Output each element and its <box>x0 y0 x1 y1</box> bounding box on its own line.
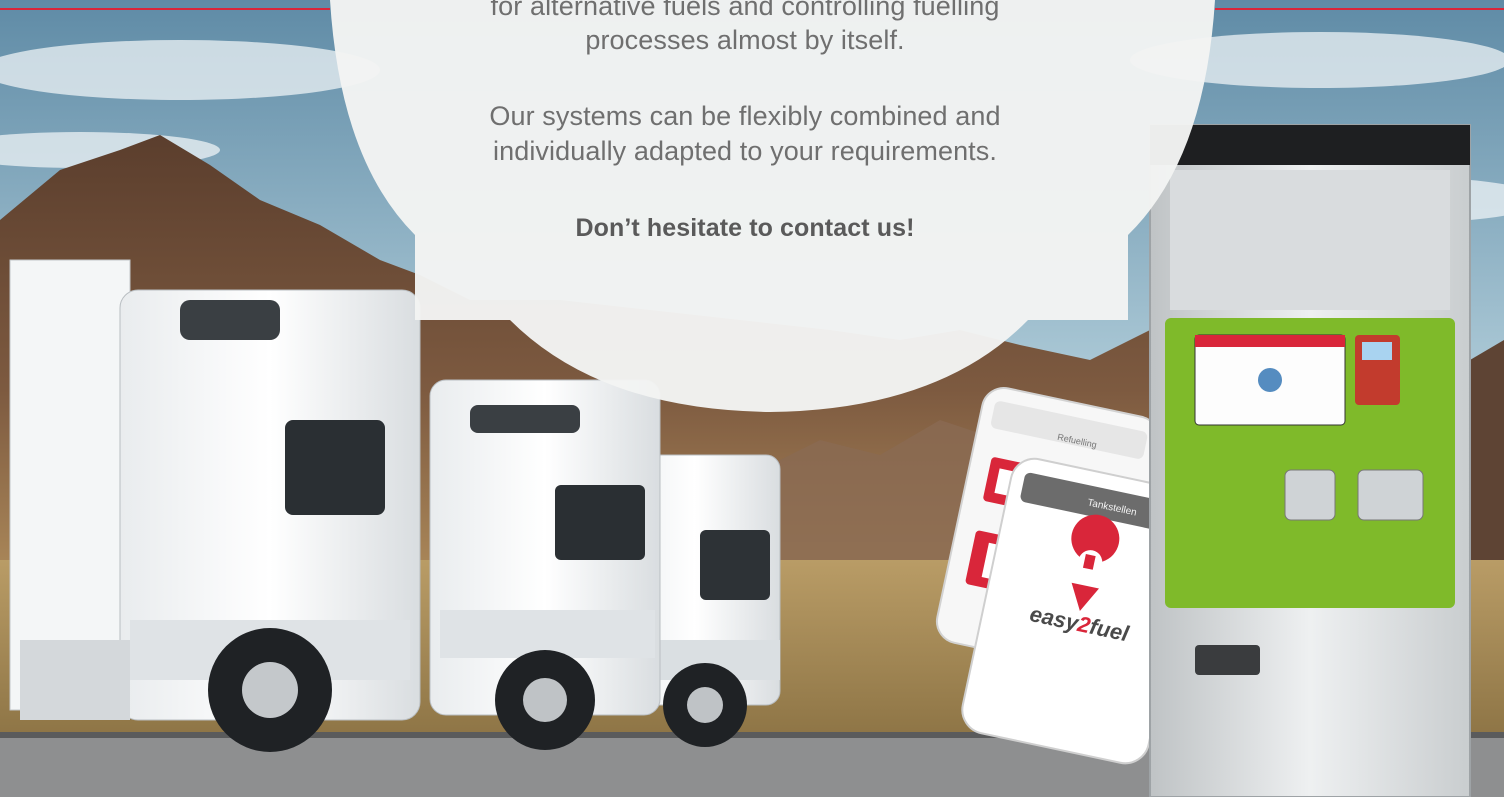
fuel-terminal <box>1149 124 1471 797</box>
truck-middle <box>429 379 661 750</box>
bubble-text-para2-line2: individually adapted to your requirement… <box>493 136 997 166</box>
bubble-text-line2: processes almost by itself. <box>585 25 905 55</box>
top-red-line-right <box>1215 8 1504 10</box>
mountain-right <box>1470 340 1504 560</box>
contact-cta: Don’t hesitate to contact us! <box>575 214 915 242</box>
bubble-text-para2-line1: Our systems can be flexibly combined and <box>489 101 1001 131</box>
top-red-line-left <box>0 8 330 10</box>
truck-front <box>9 259 421 752</box>
bubble-text-line1: for alternative fuels and controlling fu… <box>490 0 1000 21</box>
